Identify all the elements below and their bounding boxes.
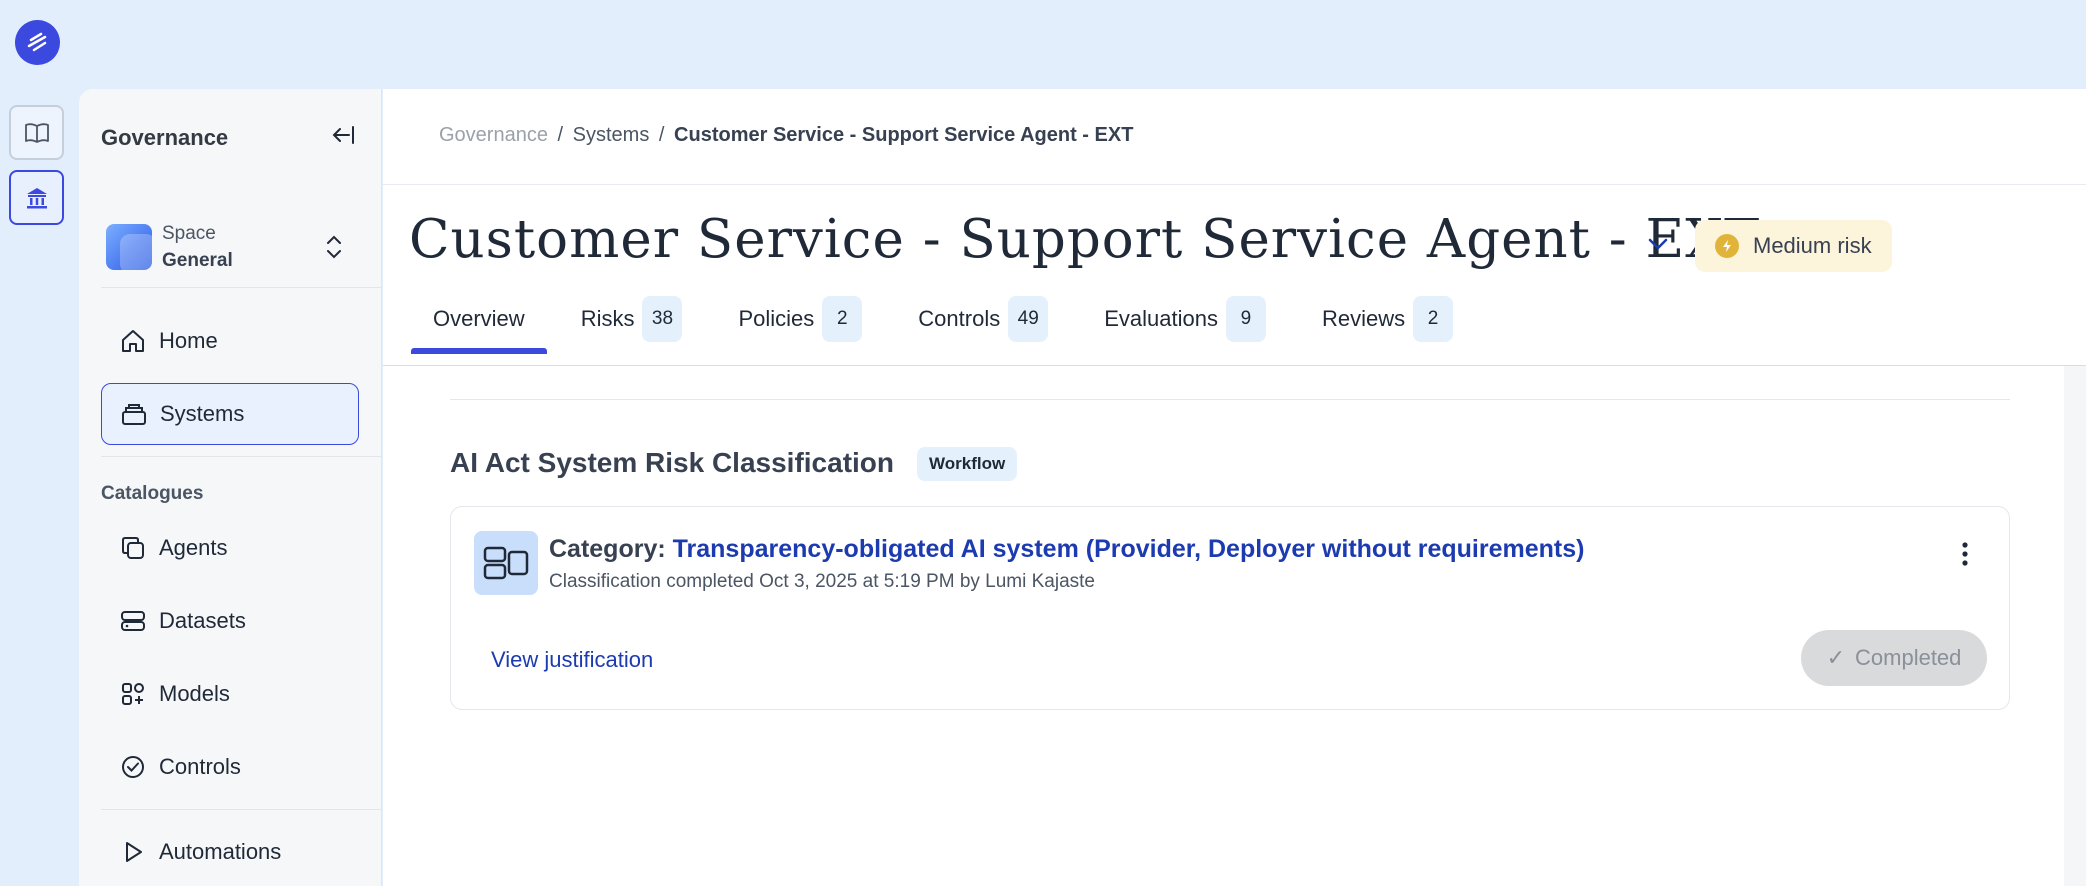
lightning-icon bbox=[1715, 234, 1739, 258]
tab-overview[interactable]: Overview bbox=[411, 284, 547, 354]
scrollbar-track[interactable] bbox=[2064, 366, 2086, 886]
page-title: Customer Service - Support Service Agent… bbox=[409, 209, 1761, 270]
tab-count-badge: 38 bbox=[642, 296, 683, 342]
sidebar-item-label: Datasets bbox=[159, 608, 246, 633]
tab-controls[interactable]: Controls 49 bbox=[896, 284, 1070, 354]
play-icon bbox=[119, 838, 151, 866]
home-icon bbox=[119, 327, 151, 355]
space-selector[interactable]: Space General bbox=[106, 217, 356, 277]
completed-label: Completed bbox=[1855, 645, 1962, 670]
app-window: Governance Space General Home Systems Ca… bbox=[0, 0, 2086, 886]
space-avatar bbox=[106, 224, 152, 270]
catalogues-heading: Catalogues bbox=[101, 483, 204, 504]
completed-button[interactable]: ✓ Completed bbox=[1801, 630, 1987, 686]
breadcrumb-systems[interactable]: Systems bbox=[573, 124, 650, 146]
tab-policies[interactable]: Policies 2 bbox=[716, 284, 884, 354]
divider bbox=[101, 809, 381, 810]
tab-count-badge: 9 bbox=[1225, 296, 1266, 342]
space-value: General bbox=[162, 250, 233, 271]
view-justification-link[interactable]: View justification bbox=[491, 647, 653, 673]
breadcrumb-separator: / bbox=[658, 124, 665, 146]
header-divider bbox=[383, 184, 2086, 185]
tab-label: Evaluations bbox=[1104, 306, 1218, 331]
sidebar-item-label: Controls bbox=[159, 754, 241, 779]
sidebar-item-datasets[interactable]: Datasets bbox=[101, 590, 359, 652]
sidebar-item-label: Systems bbox=[160, 401, 245, 426]
category-title: Category: Transparency-obligated AI syst… bbox=[549, 535, 1584, 564]
tab-reviews[interactable]: Reviews 2 bbox=[1300, 284, 1475, 354]
risk-badge[interactable]: Medium risk bbox=[1695, 220, 1892, 272]
classification-card: Category: Transparency-obligated AI syst… bbox=[450, 506, 2010, 710]
systems-stack-icon bbox=[120, 400, 152, 428]
sidebar-item-label: Automations bbox=[159, 839, 282, 864]
tab-evaluations[interactable]: Evaluations 9 bbox=[1082, 284, 1288, 354]
check-icon: ✓ bbox=[1826, 645, 1846, 670]
chevron-up-down-icon bbox=[324, 234, 344, 265]
divider bbox=[101, 456, 381, 457]
tab-count-badge: 2 bbox=[1413, 296, 1454, 342]
tab-label: Controls bbox=[918, 306, 1001, 331]
sidebar-item-label: Home bbox=[159, 328, 218, 353]
sidebar-item-models[interactable]: Models bbox=[101, 663, 359, 725]
tab-label: Overview bbox=[433, 306, 525, 331]
category-value-link[interactable]: Transparency-obligated AI system (Provid… bbox=[673, 535, 1585, 563]
datasets-server-icon bbox=[119, 607, 151, 635]
sidebar-item-label: Agents bbox=[159, 535, 228, 560]
space-label: Space bbox=[162, 223, 216, 244]
tab-bar: Overview Risks 38 Policies 2 Controls 49… bbox=[411, 284, 1487, 354]
book-icon[interactable] bbox=[9, 105, 64, 160]
sidebar-title: Governance bbox=[101, 125, 229, 150]
tab-label: Reviews bbox=[1321, 306, 1406, 331]
breadcrumb-current: Customer Service - Support Service Agent… bbox=[674, 124, 1134, 146]
more-options-icon[interactable] bbox=[1961, 541, 1969, 572]
controls-check-circle-icon bbox=[119, 753, 151, 781]
sidebar-item-systems[interactable]: Systems bbox=[101, 383, 359, 445]
classification-subtitle: Classification completed Oct 3, 2025 at … bbox=[549, 571, 1095, 592]
breadcrumb-governance[interactable]: Governance bbox=[439, 124, 548, 146]
chevron-down-icon[interactable] bbox=[1646, 235, 1670, 258]
agents-copy-icon bbox=[119, 534, 151, 562]
tab-risks[interactable]: Risks 38 bbox=[559, 284, 705, 354]
sidebar-item-home[interactable]: Home bbox=[101, 310, 359, 372]
tab-label: Policies bbox=[738, 306, 815, 331]
sidebar-item-controls[interactable]: Controls bbox=[101, 736, 359, 798]
category-label: Category: bbox=[549, 535, 666, 563]
app-logo-icon[interactable] bbox=[15, 20, 60, 65]
sidebar-item-automations[interactable]: Automations bbox=[101, 821, 359, 883]
risk-label: Medium risk bbox=[1753, 233, 1872, 258]
main-panel: Governance / Systems / Customer Service … bbox=[383, 89, 2086, 886]
tab-count-badge: 49 bbox=[1008, 296, 1049, 342]
breadcrumb: Governance / Systems / Customer Service … bbox=[439, 124, 1133, 147]
tab-count-badge: 2 bbox=[822, 296, 863, 342]
divider bbox=[101, 287, 381, 288]
category-layout-icon bbox=[474, 531, 538, 595]
sidebar-item-agents[interactable]: Agents bbox=[101, 517, 359, 579]
tab-label: Risks bbox=[580, 306, 635, 331]
sidebar-item-label: Models bbox=[159, 681, 230, 706]
models-grid-icon bbox=[119, 680, 151, 708]
collapse-sidebar-icon[interactable] bbox=[329, 121, 357, 154]
content-divider bbox=[450, 399, 2010, 400]
section-title: AI Act System Risk Classification bbox=[450, 447, 895, 478]
sidebar: Governance Space General Home Systems Ca… bbox=[79, 89, 382, 886]
workflow-chip: Workflow bbox=[917, 447, 1018, 481]
breadcrumb-separator: / bbox=[557, 124, 564, 146]
tabs-divider bbox=[383, 365, 2086, 366]
governance-bank-icon[interactable] bbox=[9, 170, 64, 225]
